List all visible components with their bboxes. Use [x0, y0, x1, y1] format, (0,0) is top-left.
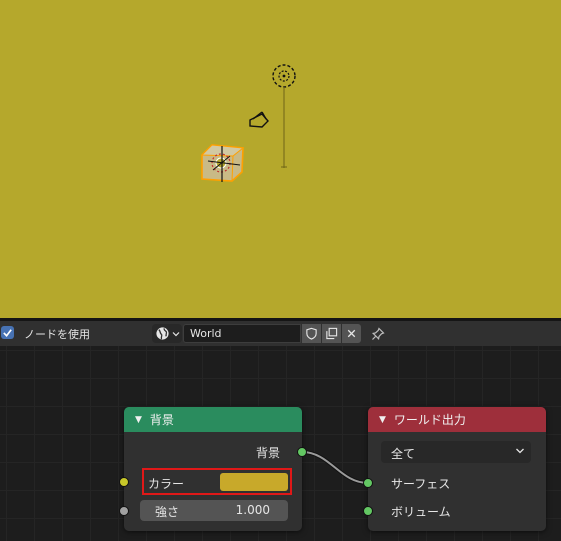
chevron-down-icon [516, 448, 524, 454]
world-icon [156, 327, 169, 340]
chevron-down-icon [172, 331, 180, 336]
node-editor-canvas[interactable]: ▼ 背景 背景 カラー 強さ 1.000 ▼ ワールド出力 全て サーフェス ボ… [0, 346, 561, 541]
world-output-node-header[interactable]: ▼ ワールド出力 [368, 407, 546, 432]
duplicate-icon [326, 327, 338, 340]
volume-input-socket[interactable] [363, 506, 373, 516]
pin-icon [371, 327, 385, 341]
strength-value: 1.000 [235, 503, 270, 517]
background-node[interactable]: ▼ 背景 背景 カラー 強さ 1.000 [119, 407, 307, 531]
world-name-field[interactable]: World [183, 324, 301, 343]
color-input-socket[interactable] [119, 477, 129, 487]
shield-icon [306, 327, 317, 340]
3d-viewport[interactable] [0, 0, 561, 318]
strength-input-socket[interactable] [119, 506, 129, 516]
collapse-triangle-icon[interactable]: ▼ [379, 415, 386, 425]
close-icon [347, 329, 356, 338]
background-output-socket[interactable] [297, 447, 307, 457]
background-node-header[interactable]: ▼ 背景 [124, 407, 302, 432]
viewport-scene [200, 64, 296, 182]
color-input-row: カラー [142, 468, 292, 495]
surface-input-label: サーフェス [391, 477, 451, 491]
unlink-world-button[interactable] [342, 324, 361, 343]
light-object[interactable] [272, 64, 296, 168]
strength-label: 強さ [155, 505, 180, 519]
fake-user-button[interactable] [302, 324, 321, 343]
use-nodes-checkbox[interactable] [1, 326, 14, 339]
node-editor-header: ノードを使用 World [0, 321, 561, 346]
duplicate-world-button[interactable] [322, 324, 341, 343]
world-output-node-title: ワールド出力 [393, 413, 466, 427]
collapse-triangle-icon[interactable]: ▼ [135, 415, 142, 425]
strength-field[interactable]: 強さ 1.000 [140, 500, 288, 521]
world-output-node[interactable]: ▼ ワールド出力 全て サーフェス ボリューム [363, 407, 546, 531]
background-output-label: 背景 [255, 446, 280, 460]
color-swatch[interactable] [220, 473, 288, 491]
volume-input-label: ボリューム [391, 505, 451, 519]
pin-button[interactable] [369, 325, 387, 343]
use-nodes-label: ノードを使用 [24, 328, 90, 341]
target-dropdown[interactable]: 全て [381, 441, 531, 463]
background-node-title: 背景 [149, 413, 174, 427]
camera-object[interactable] [249, 111, 269, 128]
selected-cube-object[interactable] [200, 144, 245, 182]
surface-input-socket[interactable] [363, 478, 373, 488]
target-dropdown-value: 全て [391, 447, 416, 461]
checkmark-icon [3, 329, 12, 337]
world-browse-button[interactable] [152, 324, 182, 343]
color-label: カラー [148, 477, 185, 491]
